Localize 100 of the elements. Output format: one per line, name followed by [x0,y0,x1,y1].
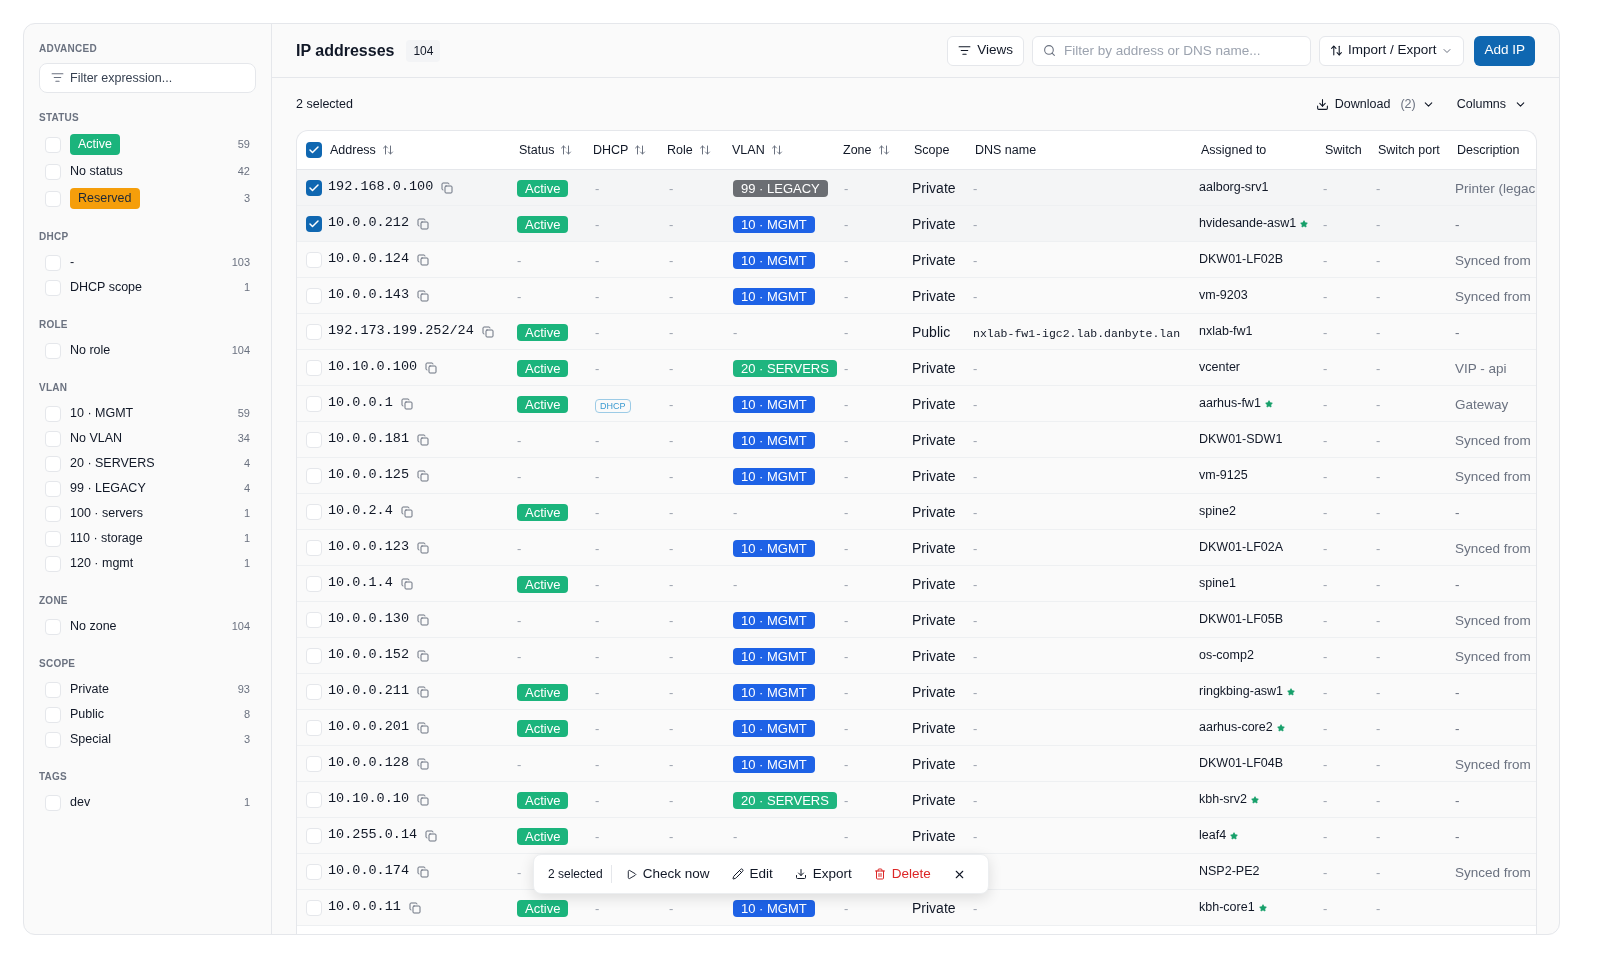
copy-icon[interactable] [400,577,413,590]
checkbox[interactable] [45,480,61,497]
ip-address[interactable]: 10.0.2.4 [328,501,393,522]
assigned-device-link[interactable]: DKW01-LF05B [1199,610,1284,629]
table-row[interactable]: 10.10.0.10 Active - - 20 · SERVERS - Private - kbh-srv2 - - - [297,782,1536,818]
copy-icon[interactable] [408,901,421,914]
export-button[interactable]: Export [786,863,860,885]
copy-icon[interactable] [417,289,429,302]
checkbox[interactable] [306,647,322,664]
filter-option[interactable]: Public 8 [39,702,256,727]
assigned-device-link[interactable]: vm-9203 [1199,286,1248,305]
checkbox[interactable] [45,794,61,811]
ip-address[interactable]: 10.0.0.152 [328,645,409,666]
checkbox[interactable] [306,395,322,412]
checkbox[interactable] [306,863,322,880]
checkbox[interactable] [45,731,61,748]
ip-address[interactable]: 10.0.0.211 [328,681,409,702]
copy-icon[interactable] [425,829,438,842]
table-row[interactable]: 10.0.0.1 Active DHCP - 10 · MGMT - Private - aarhus-fw1 - - Gateway [297,386,1536,422]
checkbox[interactable] [306,539,322,556]
table-row[interactable]: 10.0.0.211 Active - - 10 · MGMT - Private - ringkbing-asw1 - - - [297,674,1536,710]
filter-expression-field[interactable]: Filter expression... [39,63,256,93]
table-row[interactable]: 10.255.0.14 Active - - - - Private - leaf4 - - - [297,818,1536,854]
checkbox[interactable] [306,503,322,520]
checkbox[interactable] [45,530,61,547]
copy-icon[interactable] [481,325,494,338]
table-row[interactable]: 10.0.0.152 - - - 10 · MGMT - Private - os-comp2 - - Synced from [297,638,1536,674]
assigned-device-link[interactable]: aalborg-srv1 [1199,178,1269,197]
views-button[interactable]: Views [947,35,1024,66]
table-row[interactable]: 192.173.199.252/24 Active - - - - Public nxlab-fw1-igc2.lab.danbyte.lan nxlab-fw1 - - - [297,314,1536,350]
filter-option[interactable]: 10 · MGMT 59 [39,401,256,426]
table-row[interactable]: 10.0.1.4 Active - - - - Private - spine1 - - - [297,566,1536,602]
assigned-device-link[interactable]: aarhus-core2 [1199,718,1285,737]
filter-option[interactable]: No zone 104 [39,614,256,639]
column-header[interactable]: Assigned to [1201,140,1267,160]
checkbox[interactable] [45,681,61,698]
assigned-device-link[interactable]: DKW01-LF02A [1199,538,1284,557]
checkbox[interactable] [306,755,322,772]
table-row[interactable]: 10.0.0.11 Active - - 10 · MGMT - Private - kbh-core1 - - [297,890,1536,926]
checkbox[interactable] [306,611,322,628]
copy-icon[interactable] [417,757,429,770]
ip-address[interactable]: 10.0.0.125 [328,465,409,486]
checkbox[interactable] [45,430,61,447]
search-field[interactable]: Filter by address or DNS name... [1031,35,1311,66]
ip-address[interactable]: 10.255.0.14 [328,825,418,846]
checkbox[interactable] [45,279,61,296]
copy-icon[interactable] [417,793,429,806]
checkbox[interactable] [306,827,322,844]
assigned-device-link[interactable]: os-comp2 [1199,646,1254,665]
column-header[interactable]: Scope [914,140,950,160]
table-row[interactable]: 192.168.0.100 Active - - 99 · LEGACY - Private - aalborg-srv1 - - Printer (legac [297,170,1536,206]
checkbox[interactable] [306,215,322,232]
filter-option[interactable]: - 103 [39,250,256,275]
column-header[interactable]: Status [519,140,573,160]
copy-icon[interactable] [400,397,413,410]
ip-address[interactable]: 10.0.0.130 [328,609,409,630]
check-now-button[interactable]: Check now [617,863,718,885]
checkbox[interactable] [45,455,61,472]
ip-address[interactable]: 192.168.0.100 [328,177,434,198]
ip-address[interactable]: 10.0.1.4 [328,573,393,594]
column-header[interactable]: Zone [843,140,890,160]
checkbox[interactable] [45,163,61,180]
checkbox[interactable] [306,287,322,304]
assigned-device-link[interactable]: nxlab-fw1 [1199,322,1253,341]
filter-option[interactable]: DHCP scope 1 [39,275,256,300]
assigned-device-link[interactable]: hvidesande-asw1 [1199,214,1309,233]
checkbox[interactable] [306,683,322,700]
checkbox[interactable] [306,323,322,340]
edit-button[interactable]: Edit [723,863,781,885]
checkbox[interactable] [306,791,322,808]
import-export-button[interactable]: Import / Export [1318,35,1465,66]
assigned-device-link[interactable]: kbh-core1 [1199,898,1267,917]
column-header[interactable]: DHCP [593,140,647,160]
filter-option[interactable]: 120 · mgmt 1 [39,551,256,576]
columns-button[interactable]: Columns [1456,94,1527,114]
column-header[interactable]: DNS name [975,140,1037,160]
assigned-device-link[interactable]: kbh-srv2 [1199,790,1259,809]
column-header[interactable]: Address [330,140,394,160]
checkbox[interactable] [306,575,322,592]
assigned-device-link[interactable]: spine2 [1199,502,1236,521]
download-button[interactable]: Download (2) [1315,94,1435,114]
checkbox[interactable] [45,136,61,153]
copy-icon[interactable] [400,505,413,518]
checkbox[interactable] [45,342,61,359]
ip-address[interactable]: 10.0.0.124 [328,249,409,270]
copy-icon[interactable] [417,469,429,482]
filter-option[interactable]: Reserved 3 [39,185,256,212]
table-row[interactable]: 10.0.2.4 Active - - - - Private - spine2 - - - [297,494,1536,530]
filter-option[interactable]: No role 104 [39,338,256,363]
copy-icon[interactable] [417,217,429,230]
copy-icon[interactable] [417,541,429,554]
checkbox[interactable] [306,251,322,268]
assigned-device-link[interactable]: leaf4 [1199,826,1239,845]
filter-option[interactable]: Special 3 [39,727,256,752]
filter-option[interactable]: 100 · servers 1 [39,501,256,526]
checkbox[interactable] [306,179,322,196]
copy-icon[interactable] [417,865,429,878]
assigned-device-link[interactable]: DKW01-LF02B [1199,250,1284,269]
checkbox[interactable] [306,899,322,916]
checkbox[interactable] [306,467,322,484]
